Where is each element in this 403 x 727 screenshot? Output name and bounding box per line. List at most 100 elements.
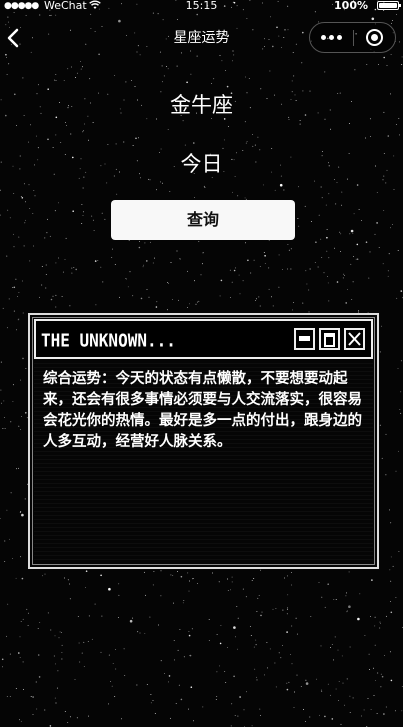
star	[385, 706, 387, 708]
star	[346, 592, 347, 594]
day-picker[interactable]: 今日	[0, 148, 403, 178]
star	[20, 556, 22, 558]
star	[341, 204, 343, 206]
star	[55, 74, 57, 75]
star	[82, 214, 84, 216]
star	[78, 642, 80, 644]
star	[260, 714, 261, 716]
star	[272, 608, 274, 610]
star	[299, 120, 301, 121]
star	[136, 684, 138, 686]
star	[56, 687, 58, 689]
star	[77, 616, 79, 617]
star	[82, 131, 84, 133]
star	[23, 245, 25, 247]
star	[69, 583, 71, 585]
star	[45, 264, 47, 266]
star	[343, 273, 345, 275]
star	[111, 257, 113, 259]
star	[3, 417, 5, 419]
star	[64, 711, 66, 712]
star	[319, 714, 320, 716]
star	[18, 652, 20, 654]
star	[242, 588, 244, 590]
star	[286, 608, 288, 610]
star	[55, 702, 57, 704]
star	[154, 713, 156, 714]
more-button[interactable]	[310, 23, 353, 52]
star	[378, 63, 379, 65]
star	[108, 587, 111, 591]
star	[6, 635, 8, 637]
star	[338, 681, 340, 682]
star	[35, 681, 37, 683]
star	[118, 583, 120, 585]
star	[286, 688, 289, 691]
star	[69, 305, 71, 307]
star	[389, 509, 390, 511]
star	[317, 266, 319, 268]
star	[13, 193, 15, 194]
star	[149, 179, 151, 181]
star	[251, 725, 253, 727]
star	[55, 663, 56, 665]
star	[114, 75, 116, 76]
star	[0, 389, 2, 391]
star	[255, 300, 257, 301]
star	[264, 255, 266, 257]
star	[202, 252, 204, 253]
status-bar: ●●●●● WeChat 15:15 100%	[0, 0, 403, 12]
star	[2, 307, 4, 309]
star	[149, 616, 151, 618]
star	[381, 457, 383, 459]
star	[302, 302, 304, 304]
star	[304, 205, 306, 207]
star	[331, 643, 333, 645]
star	[9, 217, 11, 219]
star	[254, 668, 256, 670]
star	[81, 652, 83, 654]
star	[44, 237, 46, 239]
star	[111, 685, 113, 687]
star	[353, 256, 355, 257]
star	[72, 210, 74, 212]
star	[274, 189, 276, 191]
star	[340, 250, 342, 252]
close-miniprogram-button[interactable]	[354, 23, 396, 52]
star	[370, 136, 371, 137]
star	[81, 204, 83, 205]
star	[132, 617, 134, 619]
star	[190, 686, 193, 688]
star	[100, 651, 102, 653]
star	[227, 590, 229, 591]
star	[167, 129, 169, 131]
star	[117, 617, 119, 619]
star	[161, 65, 163, 67]
star	[82, 130, 84, 132]
star	[237, 617, 239, 619]
star	[233, 675, 235, 678]
star	[397, 250, 399, 252]
star	[260, 569, 261, 571]
star	[176, 250, 178, 252]
star	[342, 277, 344, 279]
star	[169, 717, 171, 719]
star	[255, 639, 257, 641]
star	[385, 474, 387, 476]
star	[262, 184, 264, 186]
star	[320, 238, 322, 240]
star	[55, 294, 57, 296]
star	[15, 688, 17, 689]
star	[198, 300, 200, 302]
star	[69, 598, 71, 600]
star	[400, 360, 402, 362]
star	[129, 271, 131, 273]
star	[58, 257, 60, 259]
star	[27, 624, 29, 626]
zodiac-sign-picker[interactable]: 金牛座	[0, 89, 403, 119]
query-button[interactable]: 查询	[111, 200, 295, 240]
star	[22, 77, 24, 79]
star	[160, 660, 162, 662]
star	[394, 710, 396, 712]
star	[236, 606, 238, 608]
